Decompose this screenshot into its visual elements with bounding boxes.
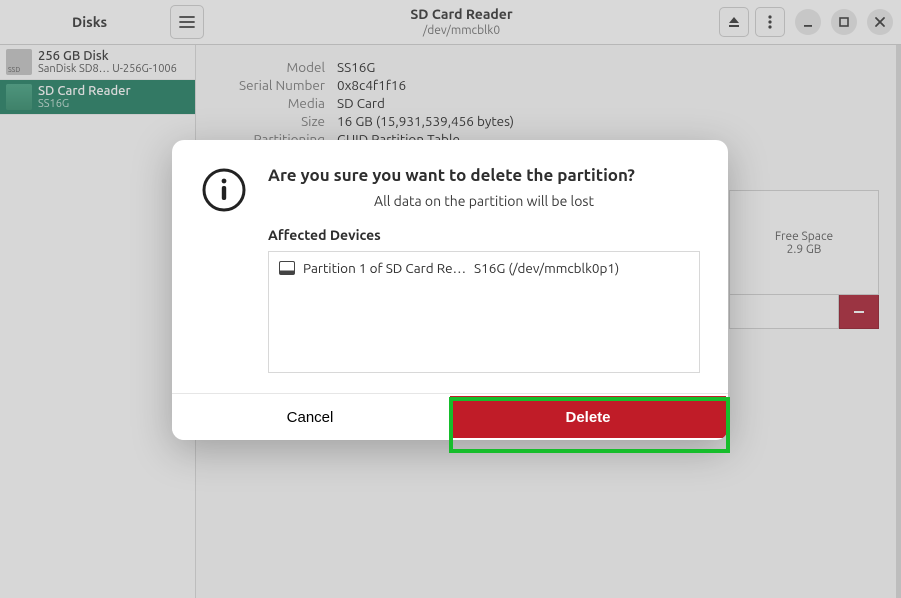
affected-devices-box: Partition 1 of SD Card Re… S16G (/dev/mm…: [268, 251, 700, 373]
dialog-actions: Cancel Delete: [172, 393, 728, 440]
dialog-title: Are you sure you want to delete the part…: [268, 166, 700, 185]
affected-device-info: S16G (/dev/mmcblk0p1): [474, 260, 619, 276]
affected-device-row: Partition 1 of SD Card Re… S16G (/dev/mm…: [279, 260, 689, 276]
affected-devices-label: Affected Devices: [268, 227, 700, 243]
affected-device-name: Partition 1 of SD Card Re…: [303, 260, 466, 276]
dialog-body: Are you sure you want to delete the part…: [172, 140, 728, 393]
info-icon: [200, 166, 248, 214]
delete-partition-dialog: Are you sure you want to delete the part…: [172, 140, 728, 440]
cancel-button[interactable]: Cancel: [172, 394, 448, 440]
drive-icon: [279, 261, 295, 275]
dialog-subtitle: All data on the partition will be lost: [268, 193, 700, 209]
dialog-text: Are you sure you want to delete the part…: [268, 166, 700, 373]
delete-button[interactable]: Delete: [450, 396, 726, 438]
